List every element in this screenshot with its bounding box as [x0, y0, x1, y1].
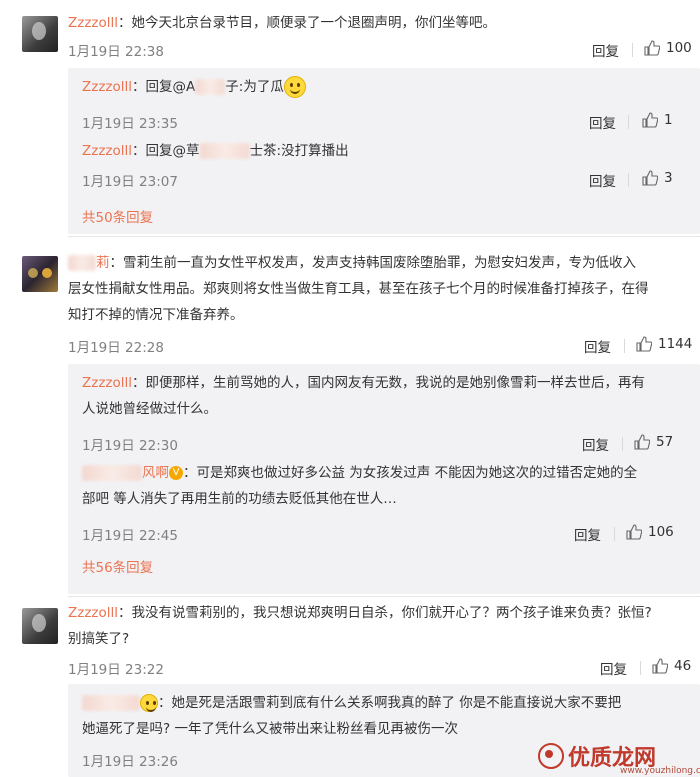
like-button[interactable]: 57	[634, 434, 673, 450]
reply-list: Zzzzolll：回复@A 子:为了瓜 1月19日 23:35 回复 1 Zzzz…	[68, 68, 700, 234]
avatar[interactable]	[22, 256, 58, 292]
username-link[interactable]: Zzzzolll	[82, 375, 132, 391]
username-link[interactable]: 风啊	[82, 465, 169, 481]
timestamp: 1月19日 22:30	[82, 438, 178, 454]
reply-button[interactable]: 回复	[600, 658, 627, 678]
timestamp: 1月19日 23:07	[82, 174, 178, 190]
reply-button[interactable]: 回复	[589, 112, 616, 132]
reply-button[interactable]: 回复	[582, 434, 609, 454]
comment-text: Zzzzolll：她今天北京台录节目，顺便录了一个退圈声明，你们坐等吧。	[68, 15, 497, 31]
verified-badge-icon: V	[169, 466, 183, 480]
watermark-url: www.youzhilong.com	[620, 766, 700, 776]
username-link[interactable]: Zzzzolll	[82, 79, 132, 95]
timestamp: 1月19日 23:22	[68, 662, 164, 678]
like-count: 57	[656, 434, 674, 450]
more-replies-link[interactable]: 共56条回复	[82, 556, 153, 576]
timestamp: 1月19日 23:35	[82, 116, 178, 132]
thumbs-up-icon	[642, 170, 658, 186]
username-link[interactable]: Zzzzolll	[68, 15, 118, 31]
emoji-icon	[140, 694, 158, 712]
like-count: 1	[664, 112, 673, 128]
thumbs-up-icon	[652, 658, 668, 674]
like-button[interactable]: 1	[642, 112, 673, 128]
like-button[interactable]: 1144	[636, 336, 692, 352]
username-link[interactable]: 莉	[68, 255, 110, 271]
like-button[interactable]: 46	[652, 658, 691, 674]
reply-list: Zzzzolll：即便那样，生前骂她的人，国内网友有无数，我说的是她别像雪莉一样…	[68, 364, 700, 594]
like-button[interactable]: 3	[642, 170, 673, 186]
more-replies-link[interactable]: 共50条回复	[82, 206, 153, 226]
thumbs-up-icon	[644, 40, 660, 56]
username-link[interactable]: Zzzzolll	[82, 143, 132, 159]
like-count: 46	[674, 658, 692, 674]
like-count: 100	[666, 40, 692, 56]
like-count: 1144	[658, 336, 693, 352]
smile-emoji-icon	[283, 76, 306, 98]
timestamp: 1月19日 22:28	[68, 340, 164, 356]
timestamp: 1月19日 22:38	[68, 44, 164, 60]
timestamp: 1月19日 23:26	[82, 754, 178, 770]
thumbs-up-icon	[626, 524, 642, 540]
username-link[interactable]	[82, 695, 140, 711]
comment-text: Zzzzolll：我没有说雪莉别的，我只想说郑爽明日自杀，你们就开心了？两个孩子…	[68, 605, 652, 647]
comment-text: 莉：雪莉生前一直为女性平权发声，发声支持韩国废除堕胎罪，为慰安妇发声，专为低收入…	[68, 255, 649, 323]
thumbs-up-icon	[642, 112, 658, 128]
like-button[interactable]: 100	[644, 40, 692, 56]
avatar[interactable]	[22, 608, 58, 644]
avatar[interactable]	[22, 16, 58, 52]
watermark-logo-icon	[538, 743, 564, 769]
reply-button[interactable]: 回复	[592, 40, 619, 60]
reply-button[interactable]: 回复	[584, 336, 611, 356]
reply-button[interactable]: 回复	[574, 524, 601, 544]
thumbs-up-icon	[636, 336, 652, 352]
like-count: 106	[648, 524, 674, 540]
like-button[interactable]: 106	[626, 524, 674, 540]
reply-button[interactable]: 回复	[589, 170, 616, 190]
username-link[interactable]: Zzzzolll	[68, 605, 118, 621]
like-count: 3	[664, 170, 673, 186]
timestamp: 1月19日 22:45	[82, 528, 178, 544]
thumbs-up-icon	[634, 434, 650, 450]
